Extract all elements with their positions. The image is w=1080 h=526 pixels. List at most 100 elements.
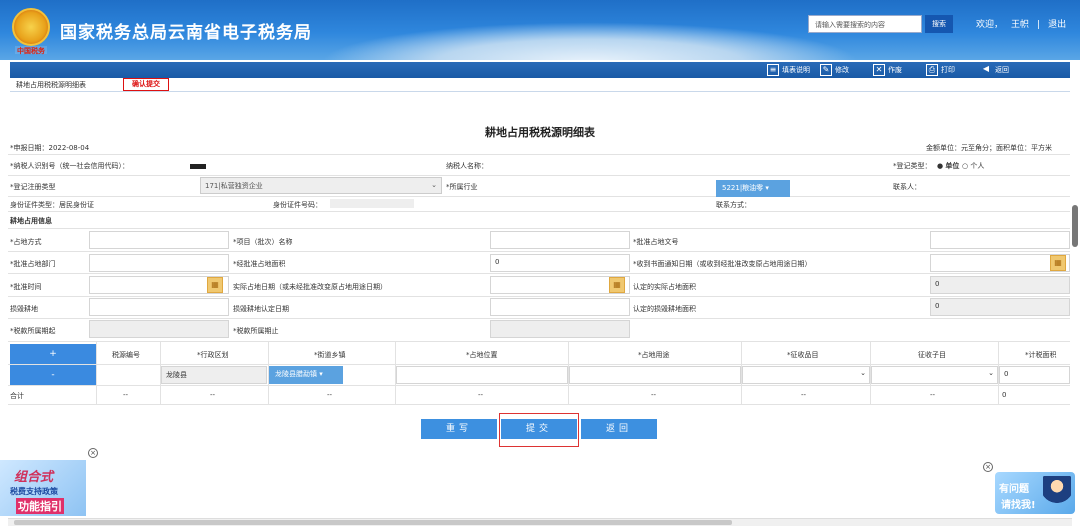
separator: | bbox=[1037, 20, 1041, 30]
print-button[interactable]: ⎙ 打印 bbox=[926, 63, 955, 77]
calendar-icon[interactable]: ▦ bbox=[1050, 255, 1066, 271]
period-start-input bbox=[89, 320, 229, 338]
reg-type-radio-person[interactable]: ○ 个人 bbox=[962, 161, 984, 171]
form-title: 耕地占用税税源明细表 bbox=[485, 126, 595, 139]
user-name[interactable]: 王帜 bbox=[1011, 20, 1029, 30]
chevron-down-icon: ⌄ bbox=[860, 369, 866, 377]
search-input[interactable]: 请输入需要搜索的内容 bbox=[808, 15, 922, 33]
header-levy-item: *征收品目 bbox=[787, 351, 819, 359]
top-banner: 中国税务 国家税务总局云南省电子税务局 请输入需要搜索的内容 搜索 欢迎， 王帜 |… bbox=[0, 0, 1080, 60]
contact-label: 联系人： bbox=[893, 183, 921, 191]
phone-label: 联系方式： bbox=[716, 201, 751, 209]
total-cell: -- bbox=[651, 391, 657, 399]
close-icon[interactable]: × bbox=[983, 462, 993, 472]
id-no-label: 身份证件号码： bbox=[273, 201, 322, 209]
document-icon: ≡ bbox=[767, 64, 779, 76]
search-button[interactable]: 搜索 bbox=[925, 15, 953, 33]
damage-area-input: 0 bbox=[930, 298, 1070, 316]
town-select[interactable]: 龙陵县腊勐镇 ▾ bbox=[269, 366, 343, 384]
add-row-button[interactable]: + bbox=[10, 344, 96, 364]
project-name-label: *项目（批次）名称 bbox=[233, 238, 293, 246]
help-ad[interactable]: 有问题 请找我! bbox=[995, 472, 1075, 514]
mountain-decoration bbox=[320, 22, 860, 60]
actual-area-label: 认定的实际占地面积 bbox=[633, 283, 696, 291]
void-label: 作废 bbox=[888, 66, 902, 74]
fill-desc-button[interactable]: ≡ 填表说明 bbox=[767, 63, 810, 77]
period-end-label: *税款所属期止 bbox=[233, 327, 279, 335]
back-toolbar-button[interactable]: ◀ 返回 bbox=[980, 63, 1009, 77]
damage-area-label: 认定的损毁耕地面积 bbox=[633, 305, 696, 313]
damage-date-label: 损毁耕地认定日期 bbox=[233, 305, 289, 313]
units-note: 金额单位：元至角分；面积单位：平方米 bbox=[926, 144, 1052, 152]
back-button[interactable]: 返回 bbox=[581, 419, 657, 439]
calendar-icon[interactable]: ▦ bbox=[609, 277, 625, 293]
period-start-label: *税款所属期起 bbox=[10, 327, 56, 335]
total-cell: -- bbox=[930, 391, 936, 399]
fill-desc-label: 填表说明 bbox=[782, 66, 810, 74]
project-name-input[interactable] bbox=[490, 231, 630, 249]
tab-detail[interactable]: 耕地占用税税源明细表 bbox=[16, 80, 86, 90]
occupy-way-input[interactable] bbox=[89, 231, 229, 249]
ad-right-line1: 有问题 bbox=[999, 484, 1029, 495]
damage-date-input[interactable] bbox=[490, 298, 630, 316]
header-location: *占地位置 bbox=[466, 351, 498, 359]
actual-area-input: 0 bbox=[930, 276, 1070, 294]
approve-dept-label: *批准占地部门 bbox=[10, 260, 56, 268]
edit-label: 修改 bbox=[835, 66, 849, 74]
tax-emblem-icon bbox=[12, 8, 50, 46]
ad-left-title: 组合式 bbox=[14, 470, 54, 485]
industry-select[interactable]: 5221|粮油零 ▾ bbox=[716, 180, 790, 197]
industry-label: *所属行业 bbox=[446, 183, 478, 191]
print-label: 打印 bbox=[941, 66, 955, 74]
ad-left-subtitle: 税费支持政策 bbox=[10, 487, 58, 496]
levy-subitem-select[interactable]: ⌄ bbox=[871, 366, 998, 384]
void-icon: ✕ bbox=[873, 64, 885, 76]
reg-reg-type-value: 171|私营独资企业 bbox=[205, 182, 263, 190]
logout-link[interactable]: 退出 bbox=[1048, 20, 1066, 30]
reg-reg-type-select[interactable]: 171|私营独资企业 ⌄ bbox=[200, 177, 442, 194]
usage-input[interactable] bbox=[569, 366, 741, 384]
reg-type-radio-unit[interactable]: ● 单位 bbox=[937, 161, 959, 171]
close-icon[interactable]: × bbox=[88, 448, 98, 458]
vertical-scrollbar[interactable] bbox=[1072, 205, 1078, 247]
id-type-label: 身份证件类型：居民身份证 bbox=[10, 201, 94, 209]
approve-dept-input[interactable] bbox=[89, 254, 229, 272]
toolbar bbox=[10, 62, 1070, 78]
tab-confirm-submit[interactable]: 确认提交 bbox=[123, 78, 169, 91]
calendar-icon[interactable]: ▦ bbox=[207, 277, 223, 293]
tab-strip: 耕地占用税税源明细表 确认提交 bbox=[10, 78, 1070, 92]
id-no-redacted bbox=[330, 199, 414, 208]
actual-date-label: 实际占地日期（或未经批准改变原占地用途日期） bbox=[233, 283, 387, 291]
approved-area-input[interactable]: 0 bbox=[490, 254, 630, 272]
header-district: *行政区划 bbox=[197, 351, 229, 359]
period-end-input bbox=[490, 320, 630, 338]
section-title: 耕地占用信息 bbox=[10, 217, 52, 225]
back-label: 返回 bbox=[995, 66, 1009, 74]
notice-date-input[interactable] bbox=[930, 254, 1070, 272]
policy-guide-ad[interactable]: 组合式 税费支持政策 功能指引 bbox=[0, 460, 86, 516]
total-cell: -- bbox=[478, 391, 484, 399]
damage-land-label: 损毁耕地 bbox=[10, 305, 38, 313]
reset-button[interactable]: 重写 bbox=[421, 419, 497, 439]
approve-doc-input[interactable] bbox=[930, 231, 1070, 249]
levy-item-select[interactable]: ⌄ bbox=[742, 366, 870, 384]
tax-area-input[interactable]: 0 bbox=[999, 366, 1070, 384]
submit-button[interactable]: 提交 bbox=[501, 419, 577, 439]
approved-area-label: *经批准占地面积 bbox=[233, 260, 286, 268]
header-town: *街道乡镇 bbox=[314, 351, 346, 359]
location-input[interactable] bbox=[396, 366, 568, 384]
edit-button[interactable]: ✎ 修改 bbox=[820, 63, 849, 77]
void-button[interactable]: ✕ 作废 bbox=[873, 63, 902, 77]
scroll-thumb[interactable] bbox=[14, 520, 732, 525]
user-area: 欢迎， 王帜 | 退出 bbox=[976, 17, 1074, 30]
chevron-down-icon: ⌄ bbox=[988, 369, 994, 377]
horizontal-scrollbar[interactable] bbox=[8, 518, 1072, 526]
ad-right-line2: 请找我! bbox=[1001, 500, 1036, 511]
reg-type-label: *登记类型： bbox=[893, 162, 932, 170]
damage-land-input[interactable] bbox=[89, 298, 229, 316]
taxpayer-name-label: 纳税人名称： bbox=[446, 162, 488, 170]
reg-reg-type-label: *登记注册类型 bbox=[10, 183, 56, 191]
mascot-icon bbox=[1043, 476, 1071, 510]
remove-row-button[interactable]: - bbox=[10, 365, 96, 385]
chevron-down-icon: ⌄ bbox=[431, 181, 437, 189]
